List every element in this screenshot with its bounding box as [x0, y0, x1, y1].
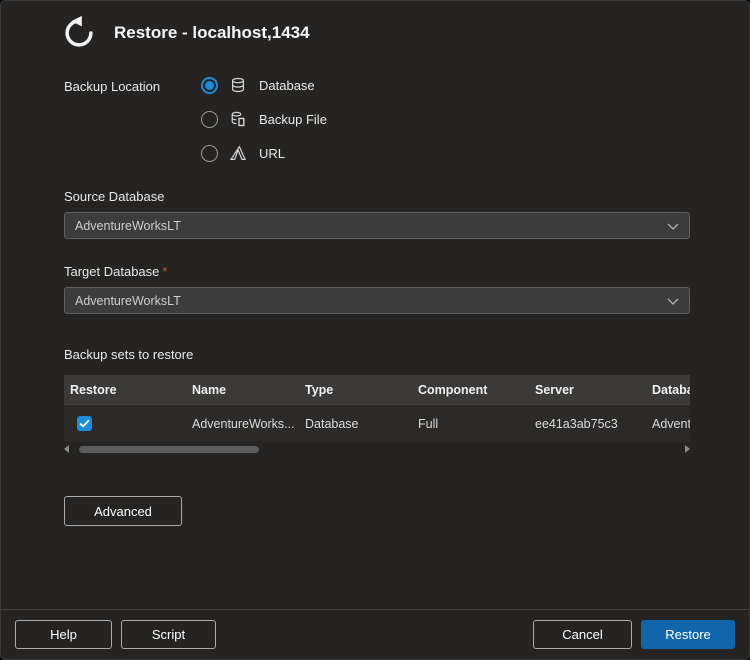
required-marker: *: [162, 264, 167, 279]
chevron-down-icon: [667, 219, 679, 233]
database-icon: [230, 77, 250, 93]
url-icon: [230, 145, 250, 161]
column-header-type: Type: [299, 383, 412, 397]
script-button[interactable]: Script: [121, 620, 216, 649]
radio-label: Backup File: [259, 112, 327, 127]
radio-indicator[interactable]: [201, 145, 218, 162]
restore-button[interactable]: Restore: [641, 620, 735, 649]
table-row[interactable]: AdventureWorks... Database Full ee41a3ab…: [64, 404, 690, 442]
source-database-label: Source Database: [64, 189, 690, 204]
restore-cell: [64, 416, 186, 431]
backup-sets-label: Backup sets to restore: [64, 347, 690, 362]
backup-location-label: Backup Location: [64, 74, 201, 164]
dialog-title: Restore - localhost,1434: [114, 23, 310, 43]
database-cell: Adventu: [646, 417, 690, 431]
horizontal-scrollbar[interactable]: [64, 443, 690, 455]
backup-file-icon: [230, 111, 250, 127]
column-header-component: Component: [412, 383, 529, 397]
type-cell: Database: [299, 417, 412, 431]
radio-label: URL: [259, 146, 285, 161]
column-header-name: Name: [186, 383, 299, 397]
source-database-value: AdventureWorksLT: [75, 219, 181, 233]
backup-sets-table: Restore Name Type Component Server Datab…: [64, 375, 690, 455]
radio-indicator[interactable]: [201, 77, 218, 94]
radio-option-backup-file[interactable]: Backup File: [201, 108, 327, 130]
target-database-select[interactable]: AdventureWorksLT: [64, 287, 690, 314]
backup-location-radio-group: Database Backup File: [201, 74, 327, 164]
column-header-server: Server: [529, 383, 646, 397]
server-cell: ee41a3ab75c3: [529, 417, 646, 431]
source-database-select[interactable]: AdventureWorksLT: [64, 212, 690, 239]
help-button[interactable]: Help: [15, 620, 112, 649]
cancel-button[interactable]: Cancel: [533, 620, 632, 649]
target-database-label-text: Target Database: [64, 264, 159, 279]
column-header-database: Databa: [646, 383, 690, 397]
scrollbar-thumb[interactable]: [79, 446, 259, 453]
scroll-right-icon[interactable]: [685, 445, 690, 453]
target-database-label: Target Database*: [64, 264, 690, 279]
radio-option-url[interactable]: URL: [201, 142, 327, 164]
advanced-button[interactable]: Advanced: [64, 496, 182, 526]
restore-icon: [59, 13, 99, 53]
column-header-restore: Restore: [64, 383, 186, 397]
restore-dialog: Restore - localhost,1434 Backup Location…: [0, 0, 750, 660]
radio-label: Database: [259, 78, 315, 93]
scroll-left-icon[interactable]: [64, 445, 69, 453]
radio-option-database[interactable]: Database: [201, 74, 327, 96]
backup-location-row: Backup Location Database: [64, 74, 690, 164]
component-cell: Full: [412, 417, 529, 431]
source-database-field: Source Database AdventureWorksLT: [64, 189, 690, 239]
dialog-header: Restore - localhost,1434: [1, 1, 749, 53]
restore-checkbox[interactable]: [77, 416, 92, 431]
radio-indicator[interactable]: [201, 111, 218, 128]
dialog-content: Backup Location Database: [1, 53, 749, 526]
target-database-value: AdventureWorksLT: [75, 294, 181, 308]
name-cell: AdventureWorks...: [186, 417, 299, 431]
dialog-footer: Help Script Cancel Restore: [1, 609, 749, 659]
target-database-field: Target Database* AdventureWorksLT: [64, 264, 690, 314]
chevron-down-icon: [667, 294, 679, 308]
table-header-row: Restore Name Type Component Server Datab…: [64, 375, 690, 404]
scrollbar-track[interactable]: [73, 446, 681, 453]
